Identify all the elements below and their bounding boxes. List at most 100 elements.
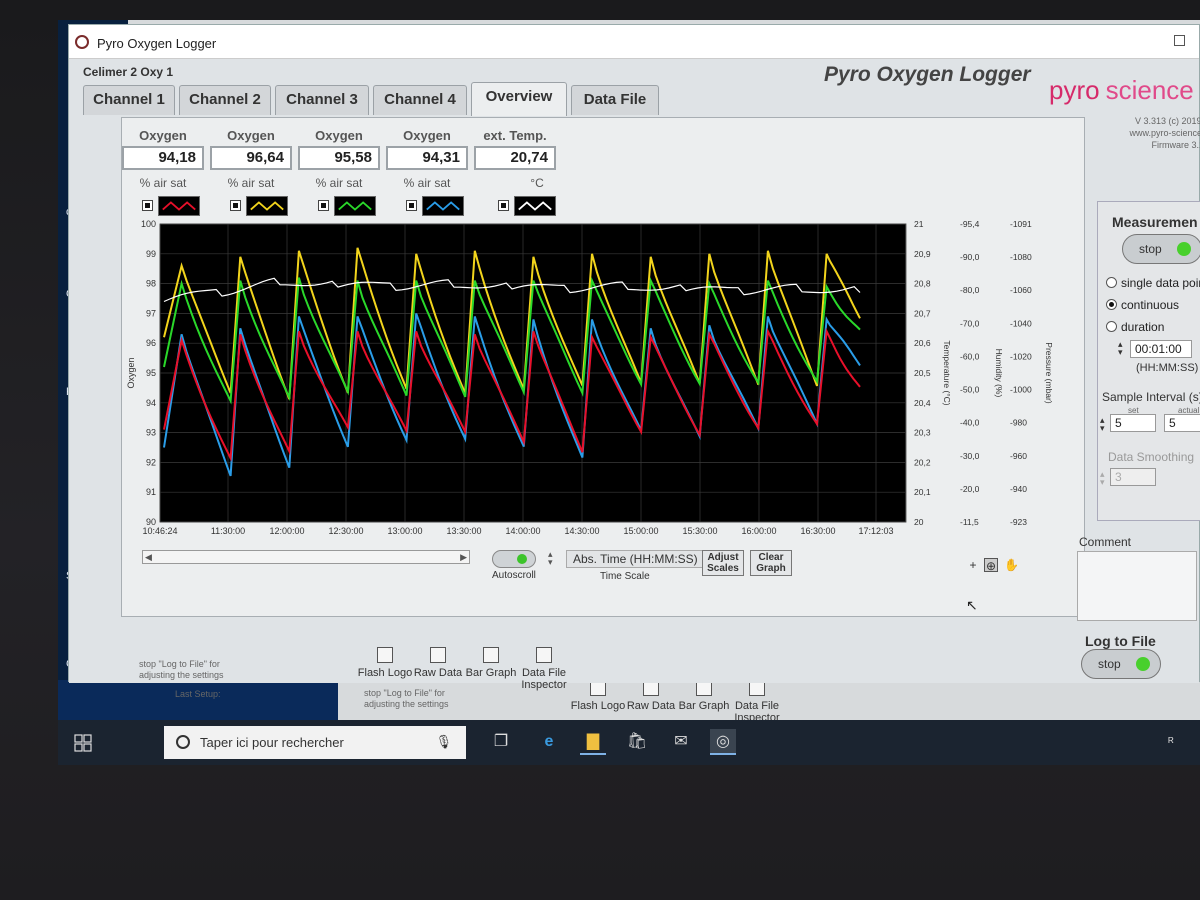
time-scale-label: Time Scale xyxy=(600,571,650,582)
tab-channel-2[interactable]: Channel 2 xyxy=(179,85,271,115)
right-axis-tick-label: -50,0 xyxy=(960,385,980,395)
tab-channel-1[interactable]: Channel 1 xyxy=(83,85,175,115)
time-scale-select[interactable]: Abs. Time (HH:MM:SS) xyxy=(566,550,706,568)
flash-logo-checkbox[interactable] xyxy=(377,647,393,663)
legend-channel-2[interactable] xyxy=(230,196,292,216)
right-axis-tick-label: -80,0 xyxy=(960,285,980,295)
legend-swatch xyxy=(158,196,200,216)
log-to-file-stop-button[interactable]: stop xyxy=(1081,649,1161,679)
indicator-value: 94,18 xyxy=(122,146,204,170)
x-tick-label: 13:00:00 xyxy=(387,526,422,536)
screen: co Oz Fi St Ce stop "Log to File" for ad… xyxy=(58,20,1200,765)
scroll-left-icon[interactable]: ◀ xyxy=(145,552,152,563)
legend-swatch xyxy=(334,196,376,216)
duration-stepper[interactable]: ▴ ▾ xyxy=(1118,340,1123,357)
mail-icon[interactable]: ✉ xyxy=(668,729,694,755)
right-axis-tick-label: -70,0 xyxy=(960,318,980,328)
log-note-line: adjusting the settings xyxy=(139,670,224,680)
edge-browser-icon[interactable]: e xyxy=(536,729,562,755)
right-axis-tick-label: 20,5 xyxy=(914,368,931,378)
legend-channel-4[interactable] xyxy=(406,196,468,216)
time-scrollbar[interactable]: ◀ ▶ xyxy=(142,550,470,564)
plot-visible-checkbox[interactable] xyxy=(142,200,153,211)
desktop-bottom-strip xyxy=(58,680,338,720)
right-axis-tick-label: -1040 xyxy=(1010,318,1032,328)
plot-visible-checkbox[interactable] xyxy=(318,200,329,211)
title-bar[interactable]: Pyro Oxygen Logger xyxy=(69,25,1199,59)
back-checkbox-label: Bar Graph xyxy=(678,700,730,712)
option-continuous[interactable]: continuous xyxy=(1106,298,1179,312)
y-tick-label: 96 xyxy=(146,338,156,348)
comment-field[interactable] xyxy=(1077,551,1197,621)
tab-channel-4[interactable]: Channel 4 xyxy=(373,85,467,115)
radio-icon[interactable] xyxy=(1106,277,1117,288)
right-axis-tick-label: 20,7 xyxy=(914,308,931,318)
back-note-line: adjusting the settings xyxy=(364,699,449,709)
store-icon[interactable]: 🛍 xyxy=(624,729,650,755)
task-view-icon[interactable]: ❐ xyxy=(488,729,514,755)
legend-channel-1[interactable] xyxy=(142,196,204,216)
scroll-right-icon[interactable]: ▶ xyxy=(460,552,467,563)
indicator-unit: % air sat xyxy=(139,176,187,190)
taskbar-search[interactable]: Taper ici pour rechercher 🎙 xyxy=(164,726,466,759)
indicator-label: Oxygen xyxy=(227,128,275,143)
windows-start-icon[interactable] xyxy=(74,734,92,752)
sample-interval-set[interactable]: 5 xyxy=(1110,414,1156,432)
bar-graph-checkbox[interactable] xyxy=(483,647,499,663)
last-setup-label: Last Setup: xyxy=(175,689,221,699)
right-axis-tick-label: -1000 xyxy=(1010,385,1032,395)
log-to-file-label: Log to File xyxy=(1085,633,1156,649)
adjust-scales-button[interactable]: Adjust Scales xyxy=(702,550,744,576)
logo-part: pyro xyxy=(1049,75,1100,105)
raw-data-label: Raw Data xyxy=(413,667,463,679)
autoscroll-toggle[interactable] xyxy=(492,550,536,568)
measurement-stop-button[interactable]: stop xyxy=(1122,234,1200,264)
y-tick-label: 91 xyxy=(146,487,156,497)
x-tick-label: 15:00:00 xyxy=(623,526,658,536)
radio-icon[interactable] xyxy=(1106,321,1117,332)
tab-channel-3[interactable]: Channel 3 xyxy=(275,85,369,115)
maximize-icon[interactable] xyxy=(1174,35,1185,46)
microphone-icon[interactable]: 🎙 xyxy=(435,734,452,750)
duration-field[interactable]: 00:01:00 xyxy=(1130,340,1192,358)
clear-graph-button[interactable]: Clear Graph xyxy=(750,550,792,576)
plot-visible-checkbox[interactable] xyxy=(230,200,241,211)
oxygen-chart[interactable]: 9091929394959697989910010:46:24 11:30:00 1… xyxy=(122,218,1086,548)
indicator-value: 20,74 xyxy=(474,146,556,170)
people-icon[interactable]: ᴿ xyxy=(1158,729,1184,755)
option-single-data-point[interactable]: single data point xyxy=(1106,276,1200,290)
legend-channel-3[interactable] xyxy=(318,196,380,216)
data-smoothing-field: 3 xyxy=(1110,468,1156,486)
file-explorer-icon[interactable]: ▇ xyxy=(580,729,606,755)
x-tick-label: 16:30:00 xyxy=(800,526,835,536)
right-axis-tick-label: -20,0 xyxy=(960,484,980,494)
indicator-label: ext. Temp. xyxy=(483,128,547,143)
flash-logo-label: Flash Logo xyxy=(357,667,413,679)
sample-interval-label: Sample Interval (s) xyxy=(1102,390,1200,404)
pyro-logger-taskbar-icon[interactable]: ◎ xyxy=(710,729,736,755)
right-axis-tick-label: -1080 xyxy=(1010,252,1032,262)
plot-visible-checkbox[interactable] xyxy=(498,200,509,211)
autoscroll-label: Autoscroll xyxy=(492,570,536,581)
right-axis-tick-label: 21 xyxy=(914,219,924,229)
x-tick-label: 12:30:00 xyxy=(328,526,363,536)
tab-data-file[interactable]: Data File xyxy=(571,85,659,115)
crosshair-icon[interactable]: + xyxy=(966,558,980,572)
pan-hand-icon[interactable]: ✋ xyxy=(1004,558,1019,572)
raw-data-checkbox[interactable] xyxy=(430,647,446,663)
x-tick-label: 17:12:03 xyxy=(858,526,893,536)
plot-visible-checkbox[interactable] xyxy=(406,200,417,211)
tab-overview[interactable]: Overview xyxy=(471,82,567,116)
y-tick-label: 95 xyxy=(146,368,156,378)
y-tick-label: 99 xyxy=(146,249,156,259)
x-tick-label: 10:46:24 xyxy=(142,526,177,536)
legend-swatch xyxy=(422,196,464,216)
option-duration[interactable]: duration xyxy=(1106,320,1164,334)
zoom-icon[interactable]: ⊕ xyxy=(984,558,998,573)
legend-temperature[interactable] xyxy=(498,196,560,216)
radio-icon[interactable] xyxy=(1106,299,1117,310)
time-scale-stepper[interactable]: ▴ ▾ xyxy=(548,550,553,567)
data-file-inspector-checkbox[interactable] xyxy=(536,647,552,663)
smoothing-stepper: ▴ ▾ xyxy=(1100,469,1105,487)
interval-stepper[interactable]: ▴ ▾ xyxy=(1100,416,1105,433)
